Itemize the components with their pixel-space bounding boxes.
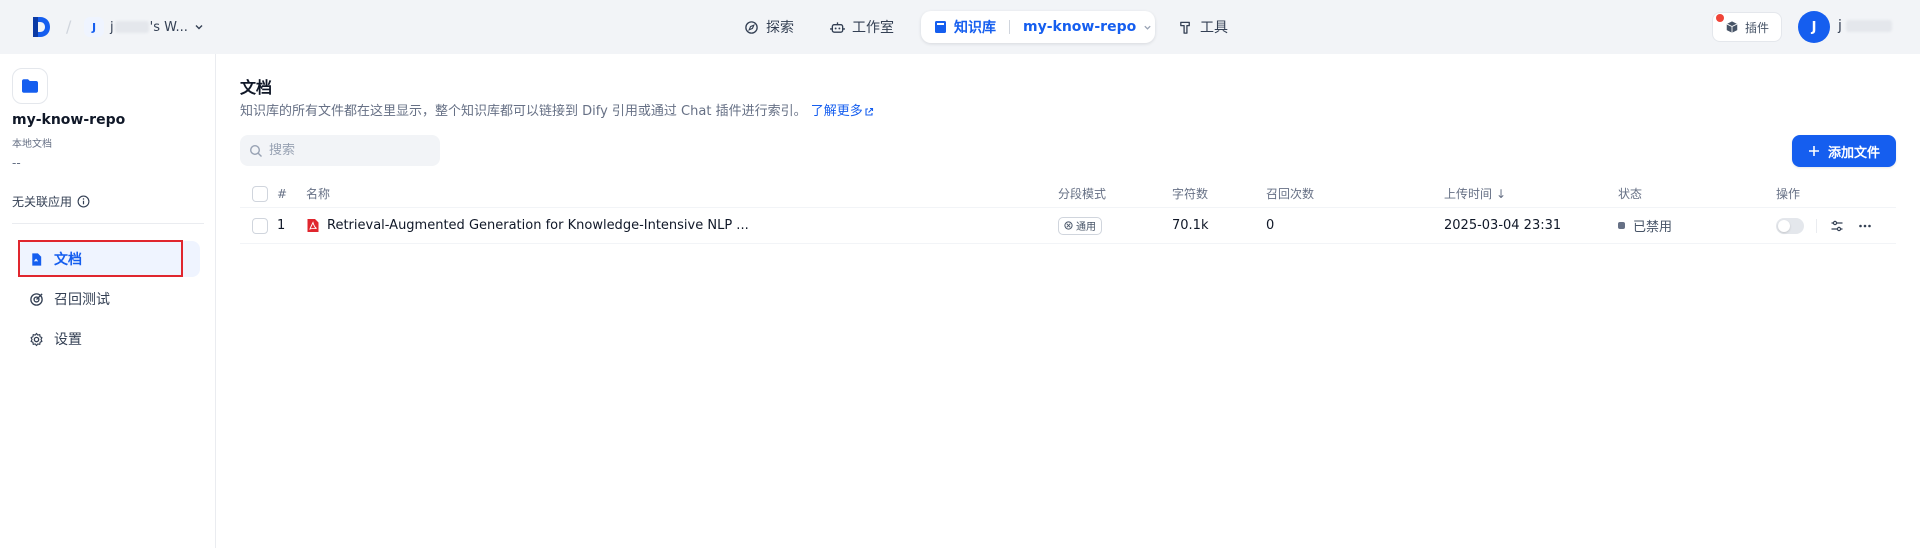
top-navbar: / J j's W... 探索 工作室 知识库 my-know-repo 工具 … [0,0,1920,54]
compass-icon [745,20,758,34]
cube-icon [1726,21,1738,33]
row-recall: 0 [1266,218,1275,233]
row-ops [1776,208,1873,243]
plus-icon [1808,146,1819,156]
gear-icon [30,332,43,346]
page-title: 文档 [240,78,273,97]
repo-icon [12,68,48,104]
table-row[interactable]: 1 Retrieval-Augmented Generation for Kno… [240,208,1896,244]
target-icon [30,292,43,306]
sidebar-item-settings[interactable]: 设置 [18,321,200,357]
search-input[interactable] [269,143,429,158]
linked-apps-info: 无关联应用 [12,193,90,210]
column-recall: 召回次数 [1266,187,1315,201]
chevron-down-icon[interactable] [1143,23,1152,32]
nav-divider [1009,20,1010,34]
row-chars: 70.1k [1172,218,1209,233]
column-name: 名称 [306,187,331,201]
ops-divider [1816,218,1817,233]
user-avatar[interactable]: J [1798,11,1830,43]
row-status: 已禁用 [1618,208,1672,243]
row-mode-cell: 通用 [1058,208,1102,243]
table-header: # 名称 分段模式 字符数 召回次数 上传时间 ↓ 状态 操作 [240,180,1896,208]
document-name[interactable]: Retrieval-Augmented Generation for Knowl… [327,218,749,233]
repo-description: -- [12,156,21,170]
column-mode: 分段模式 [1058,187,1107,201]
mode-badge: 通用 [1058,216,1102,235]
external-link-icon [865,107,873,116]
repo-type: 本地文档 [12,139,52,150]
nav-tools[interactable]: 工具 [1178,11,1228,43]
nav-explore-label: 探索 [766,20,794,36]
nav-explore[interactable]: 探索 [744,11,794,43]
nav-studio-label: 工作室 [852,20,894,36]
pdf-icon [307,219,319,232]
row-upload-time: 2025-03-04 23:31 [1444,218,1562,233]
sidebar-item-recall-test[interactable]: 召回测试 [18,281,200,317]
status-badge: 已禁用 [1633,220,1673,235]
status-dot-icon [1618,222,1625,229]
repo-name: my-know-repo [12,112,126,128]
sort-arrow-icon[interactable]: ↓ [1496,187,1506,201]
hammer-icon [1180,21,1190,34]
column-status: 状态 [1618,187,1643,201]
sidebar-item-label: 召回测试 [54,292,110,308]
row-checkbox[interactable] [252,217,268,234]
main-content: 文档 知识库的所有文件都在这里显示，整个知识库都可以链接到 Dify 引用或通过… [216,54,1920,548]
more-options-icon[interactable] [1857,218,1873,234]
add-file-button[interactable]: 添加文件 [1792,135,1896,167]
info-icon[interactable] [77,195,90,208]
plugins-button[interactable]: 插件 [1712,12,1782,42]
nav-knowledge[interactable]: 知识库 my-know-repo [921,11,1155,43]
book-icon [935,21,946,33]
add-file-label: 添加文件 [1827,144,1880,160]
mode-label: 通用 [1076,222,1096,233]
notification-dot [1716,14,1724,22]
settings-sliders-icon[interactable] [1829,218,1845,234]
folder-icon [22,79,38,93]
sidebar: my-know-repo 本地文档 -- 无关联应用 文档 召回测试 设置 [0,54,216,548]
document-icon [32,252,42,266]
subtitle-text: 知识库的所有文件都在这里显示，整个知识库都可以链接到 Dify 引用或通过 Ch… [240,104,807,119]
page-subtitle: 知识库的所有文件都在这里显示，整个知识库都可以链接到 Dify 引用或通过 Ch… [240,100,874,119]
select-all-checkbox[interactable] [252,185,268,202]
linked-apps-label: 无关联应用 [12,195,73,209]
segment-icon [1064,221,1073,230]
nav-studio[interactable]: 工作室 [830,11,894,43]
learn-more-link[interactable]: 了解更多 [811,104,874,119]
documents-table: # 名称 分段模式 字符数 召回次数 上传时间 ↓ 状态 操作 1 Retrie… [240,180,1896,244]
sidebar-divider [12,223,204,224]
enable-toggle[interactable] [1776,217,1804,234]
search-box[interactable] [240,135,440,166]
search-icon [249,144,262,157]
row-index: 1 [277,218,286,233]
user-name[interactable]: j [1838,18,1892,34]
column-ops: 操作 [1776,187,1801,201]
row-name-cell[interactable]: Retrieval-Augmented Generation for Knowl… [306,208,749,243]
redacted-text [1845,20,1892,32]
sidebar-item-label: 设置 [54,332,82,348]
column-upload-time[interactable]: 上传时间 ↓ [1444,180,1506,207]
sidebar-item-label: 文档 [54,252,82,268]
nav-tools-label: 工具 [1200,20,1228,36]
robot-icon [830,21,845,33]
current-repo-selector[interactable]: my-know-repo [1023,19,1136,35]
column-upload-time-label: 上传时间 [1444,187,1493,201]
nav-knowledge-label: 知识库 [954,20,996,36]
sidebar-item-documents[interactable]: 文档 [18,241,200,277]
plugins-label: 插件 [1744,20,1769,35]
column-index: # [277,186,288,201]
column-chars: 字符数 [1172,187,1209,201]
